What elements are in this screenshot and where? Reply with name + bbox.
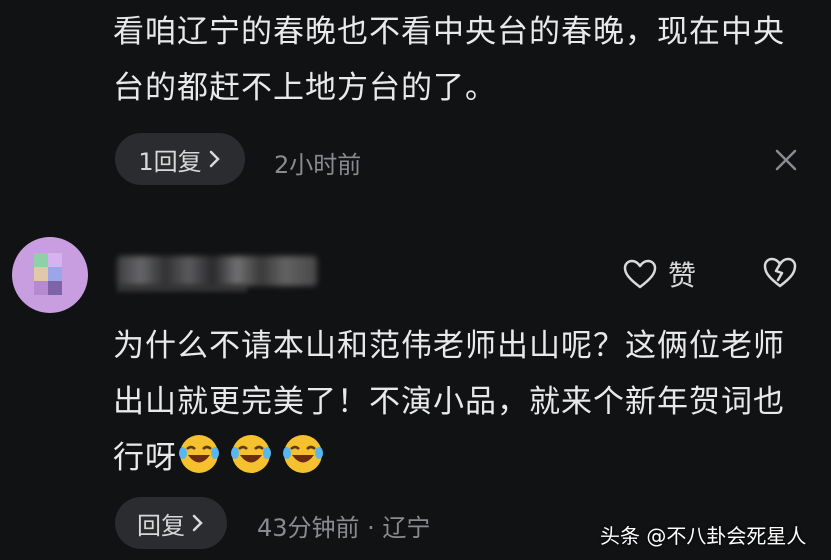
chevron-right-icon bbox=[209, 150, 220, 168]
avatar[interactable] bbox=[12, 237, 88, 313]
avatar-pixel bbox=[48, 281, 62, 295]
laughing-emoji-icon bbox=[283, 435, 323, 473]
watermark: 头条 @不八卦会死星人 bbox=[600, 524, 807, 548]
user-subtitle-blurred bbox=[117, 284, 247, 292]
avatar-pixel bbox=[34, 253, 48, 267]
like-button[interactable]: 赞 bbox=[622, 254, 696, 294]
broken-heart-icon[interactable] bbox=[762, 255, 798, 289]
close-icon[interactable] bbox=[772, 146, 800, 174]
avatar-pixel bbox=[48, 253, 62, 267]
like-label: 赞 bbox=[668, 259, 697, 292]
laughing-emoji-icon bbox=[231, 435, 271, 473]
comment-time: 2小时前 bbox=[274, 151, 362, 179]
chevron-right-icon bbox=[192, 514, 203, 532]
heart-icon bbox=[623, 259, 657, 289]
avatar-pixel bbox=[34, 267, 48, 281]
comment-text: 为什么不请本山和范伟老师出山呢？这俩位老师出山就更完美了！不演小品，就来个新年贺… bbox=[113, 318, 813, 486]
comment-text: 看咱辽宁的春晚也不看中央台的春晚，现在中央台的都赶不上地方台的了。 bbox=[113, 14, 785, 106]
comment-meta: 43分钟前 · 辽宁 bbox=[257, 514, 431, 542]
laughing-emoji-icon bbox=[179, 435, 219, 473]
avatar-pixel bbox=[34, 281, 48, 295]
replies-button[interactable]: 1回复 bbox=[115, 133, 245, 185]
replies-label: 1回复 bbox=[138, 147, 202, 176]
reply-button[interactable]: 回复 bbox=[115, 497, 227, 549]
reply-label: 回复 bbox=[137, 511, 185, 540]
username-blurred[interactable] bbox=[117, 256, 317, 286]
avatar-pixel bbox=[48, 267, 62, 281]
